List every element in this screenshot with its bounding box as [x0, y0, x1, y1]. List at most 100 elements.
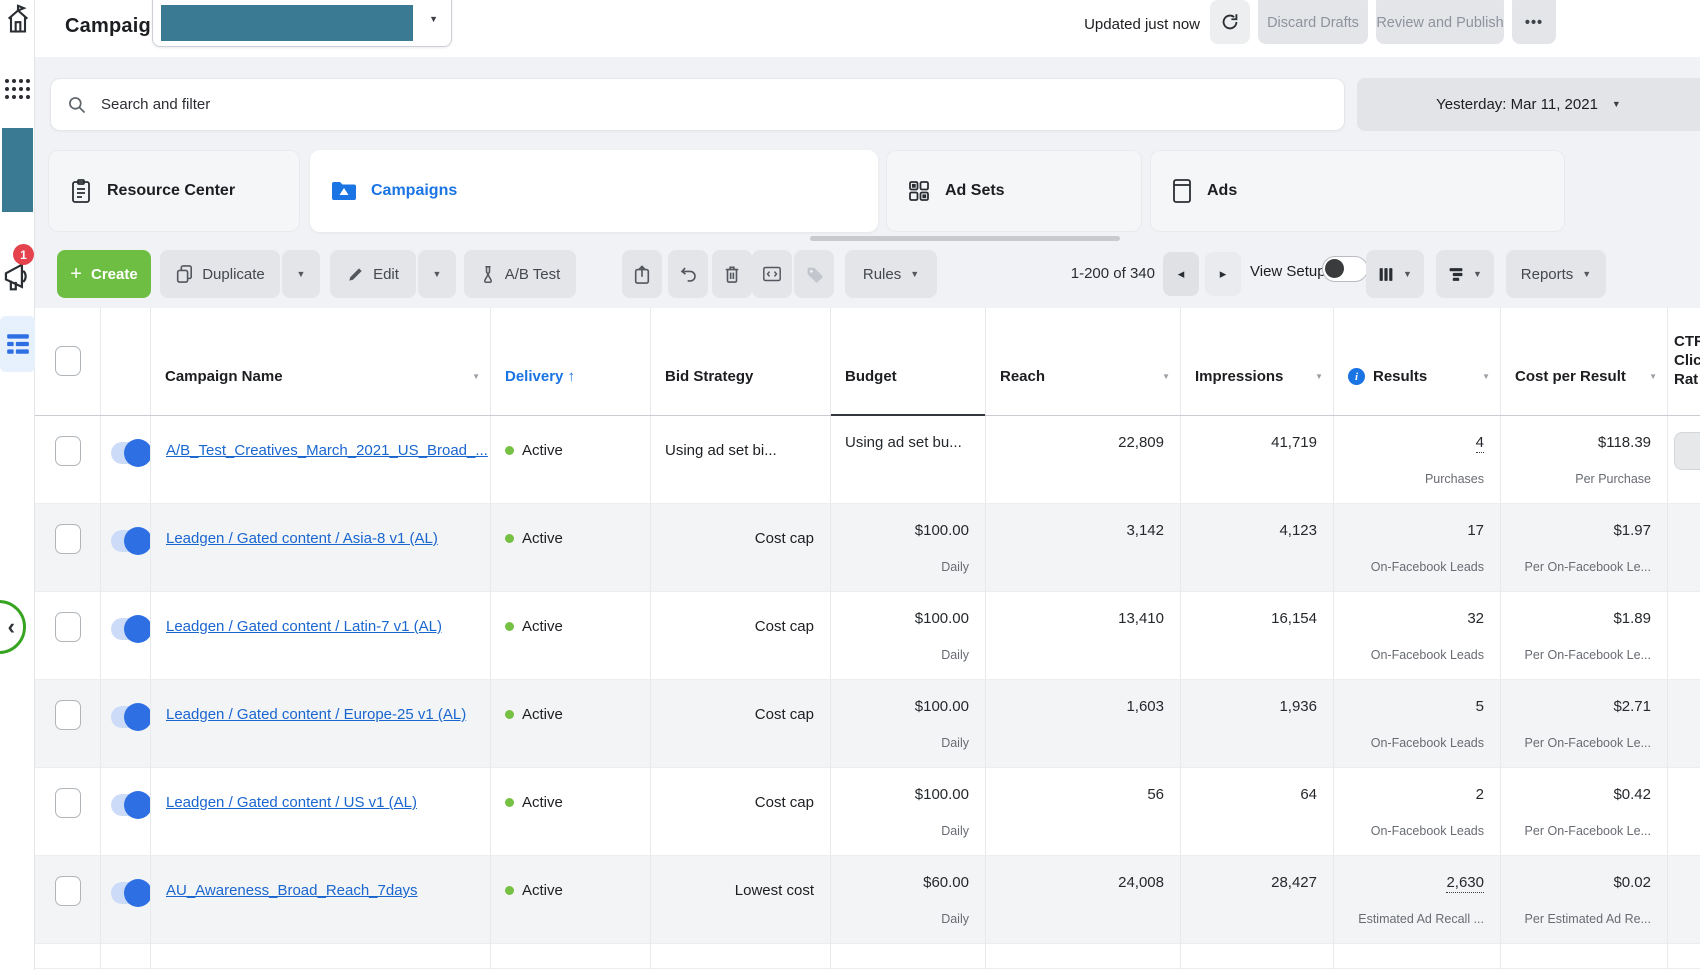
row-checkbox-cell[interactable]: [35, 416, 100, 503]
table-row: Leadgen / Gated content / Europe-25 v1 (…: [35, 680, 1700, 768]
row-checkbox[interactable]: [54, 788, 81, 818]
reach-header[interactable]: Reach ▼: [985, 308, 1180, 415]
bid-strategy-header[interactable]: Bid Strategy: [650, 308, 830, 415]
ctr-cell: [1667, 592, 1700, 679]
all-tools-grid-icon[interactable]: [3, 76, 32, 102]
duplicate-dropdown-button[interactable]: ▼: [282, 250, 320, 298]
delivery-status: Active: [522, 794, 563, 811]
results-value[interactable]: 2,630: [1446, 874, 1484, 893]
row-checkbox-cell[interactable]: [35, 856, 100, 943]
edit-placements-button[interactable]: [752, 250, 792, 298]
impressions-value: 41,719: [1271, 434, 1317, 451]
budget-header[interactable]: Budget: [830, 308, 985, 416]
campaign-active-toggle[interactable]: [111, 791, 150, 819]
columns-button[interactable]: ▼: [1366, 250, 1424, 298]
results-value[interactable]: 4: [1475, 434, 1484, 453]
review-and-publish-button[interactable]: Review and Publish: [1376, 0, 1504, 44]
tab-campaigns[interactable]: Campaigns: [310, 150, 878, 232]
budget-cell: $60.00 Daily: [830, 856, 985, 943]
cost-per-result-header[interactable]: Cost per Result ▼: [1500, 308, 1667, 415]
campaign-active-toggle[interactable]: [111, 527, 150, 555]
impressions-header[interactable]: Impressions ▼: [1180, 308, 1333, 415]
results-value[interactable]: 32: [1467, 610, 1484, 627]
tab-ads[interactable]: Ads: [1150, 150, 1565, 232]
next-icon: ▸: [1219, 266, 1227, 281]
next-page-button[interactable]: ▸: [1205, 252, 1241, 296]
row-checkbox-cell[interactable]: [35, 680, 100, 767]
view-setup-toggle[interactable]: [1322, 256, 1368, 282]
results-value[interactable]: 17: [1467, 522, 1484, 539]
campaign-name-header[interactable]: Campaign Name ▼: [150, 308, 490, 415]
campaign-name-link[interactable]: A/B_Test_Creatives_March_2021_US_Broad_.…: [166, 442, 488, 459]
campaign-name-cell: Leadgen / Gated content / Europe-25 v1 (…: [150, 680, 490, 767]
campaign-active-toggle[interactable]: [111, 615, 150, 643]
duplicate-button[interactable]: Duplicate: [160, 250, 280, 298]
create-button[interactable]: + Create: [57, 250, 151, 298]
edit-dropdown-button[interactable]: ▼: [418, 250, 456, 298]
row-checkbox[interactable]: [54, 700, 81, 730]
budget-type: Daily: [941, 560, 969, 574]
ctr-header[interactable]: CTR Clic Rat: [1667, 308, 1700, 415]
campaign-active-toggle[interactable]: [111, 439, 150, 467]
notification-badge: 1: [13, 244, 34, 265]
reports-button[interactable]: Reports ▼: [1506, 250, 1606, 298]
ads-page-icon: [1173, 179, 1191, 203]
redacted-nav-item[interactable]: [2, 128, 33, 212]
row-checkbox-cell[interactable]: [35, 592, 100, 679]
cost-per-result-value: $1.89: [1613, 610, 1651, 627]
tag-button[interactable]: [794, 250, 834, 298]
select-all-checkbox-cell[interactable]: [35, 308, 100, 415]
campaign-toggle-cell[interactable]: [100, 856, 150, 943]
results-value[interactable]: 5: [1476, 698, 1484, 715]
more-options-button[interactable]: •••: [1512, 0, 1556, 44]
select-all-checkbox[interactable]: [54, 346, 81, 376]
date-range-selector[interactable]: Yesterday: Mar 11, 2021 ▼: [1357, 78, 1700, 131]
row-checkbox[interactable]: [54, 612, 81, 642]
discard-drafts-button[interactable]: Discard Drafts: [1258, 0, 1368, 44]
campaign-toggle-cell[interactable]: [100, 416, 150, 503]
campaign-toggle-cell[interactable]: [100, 768, 150, 855]
row-checkbox[interactable]: [54, 436, 81, 466]
row-checkbox[interactable]: [54, 524, 81, 554]
reach-value: 3,142: [1126, 522, 1164, 539]
results-header[interactable]: i Results ▼: [1333, 308, 1500, 415]
campaign-name-link[interactable]: Leadgen / Gated content / Latin-7 v1 (AL…: [166, 618, 442, 635]
undo-button[interactable]: [668, 250, 708, 298]
campaign-toggle-cell[interactable]: [100, 680, 150, 767]
ads-manager-nav-item[interactable]: [0, 316, 35, 372]
campaign-name-link[interactable]: Leadgen / Gated content / Asia-8 v1 (AL): [166, 530, 438, 547]
campaign-name-link[interactable]: Leadgen / Gated content / US v1 (AL): [166, 794, 417, 811]
search-input[interactable]: [99, 95, 1199, 114]
row-checkbox[interactable]: [54, 876, 81, 906]
horizontal-scrollbar[interactable]: [810, 236, 1120, 241]
trash-icon: [725, 266, 739, 283]
campaign-toggle-cell[interactable]: [100, 592, 150, 679]
breakdown-button[interactable]: ▼: [1436, 250, 1494, 298]
delivery-header[interactable]: Delivery ↑: [490, 308, 650, 415]
previous-page-button[interactable]: ◂: [1163, 252, 1199, 296]
campaign-active-toggle[interactable]: [111, 703, 150, 731]
export-button[interactable]: [622, 250, 662, 298]
campaign-name-link[interactable]: Leadgen / Gated content / Europe-25 v1 (…: [166, 706, 466, 723]
reach-value: 24,008: [1118, 874, 1164, 891]
account-dropdown[interactable]: ▼: [152, 0, 452, 47]
refresh-button[interactable]: [1210, 0, 1250, 44]
home-icon[interactable]: [4, 3, 32, 39]
rules-button[interactable]: Rules ▼: [845, 250, 937, 298]
cost-per-result-type: Per On-Facebook Le...: [1524, 736, 1651, 750]
tab-ad-sets[interactable]: Ad Sets: [886, 150, 1142, 232]
row-checkbox-cell[interactable]: [35, 768, 100, 855]
results-type: Estimated Ad Recall ...: [1358, 912, 1484, 926]
campaign-name-link[interactable]: AU_Awareness_Broad_Reach_7days: [166, 882, 418, 899]
results-value[interactable]: 2: [1476, 786, 1484, 803]
edit-button[interactable]: Edit: [330, 250, 416, 298]
search-bar[interactable]: [50, 78, 1345, 131]
row-checkbox-cell[interactable]: [35, 504, 100, 591]
budget-cell: $100.00 Daily: [830, 504, 985, 591]
redacted-account-name: [161, 5, 413, 41]
delete-button[interactable]: [712, 250, 752, 298]
ab-test-button[interactable]: A/B Test: [464, 250, 576, 298]
campaign-active-toggle[interactable]: [111, 879, 150, 907]
campaign-toggle-cell[interactable]: [100, 504, 150, 591]
tab-resource-center[interactable]: Resource Center: [48, 150, 300, 232]
